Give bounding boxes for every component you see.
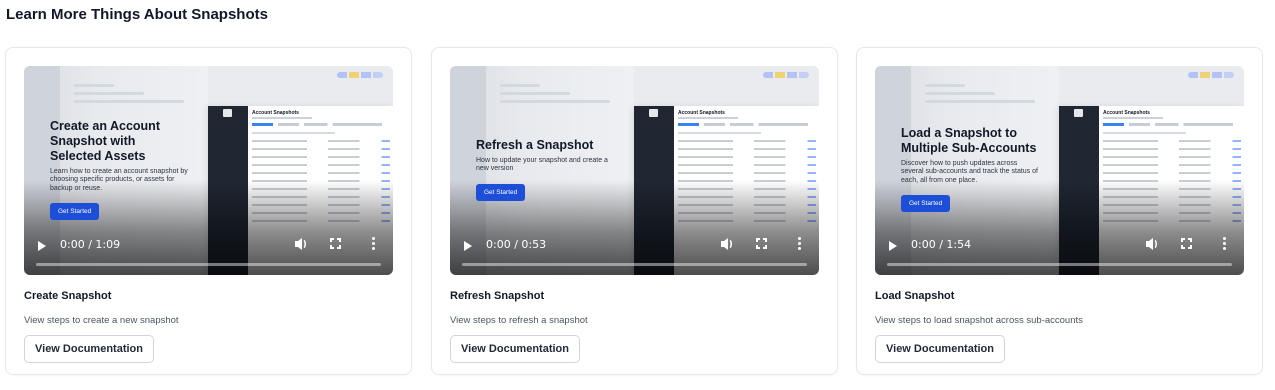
video-backdrop-dots [763, 72, 809, 78]
fullscreen-icon[interactable] [756, 238, 767, 249]
volume-icon[interactable] [1145, 236, 1159, 252]
video-controls: 0:00 / 1:09 [24, 227, 393, 275]
view-documentation-button[interactable]: View Documentation [24, 335, 154, 363]
app-logo-icon [223, 109, 232, 117]
video-overlay-title: Create an Account Snapshot with Selected… [50, 119, 160, 163]
more-options-icon[interactable] [798, 237, 801, 251]
video-controls: 0:00 / 0:53 [450, 227, 819, 275]
app-logo-icon [1074, 109, 1083, 117]
video-backdrop-lines [500, 84, 620, 124]
video-overlay-description: How to update your snapshot and create a… [476, 157, 608, 173]
fullscreen-icon[interactable] [330, 238, 341, 249]
get-started-button[interactable]: Get Started [476, 183, 526, 201]
card-description: View steps to create a new snapshot [24, 315, 179, 326]
card-title: Load Snapshot [875, 290, 955, 302]
app-heading: Account Snapshots [678, 110, 725, 116]
video-backdrop-lines [925, 84, 1045, 124]
card-description: View steps to refresh a snapshot [450, 315, 588, 326]
volume-icon[interactable] [294, 236, 308, 252]
section-title: Learn More Things About Snapshots [6, 6, 268, 23]
snapshot-card: Account Snapshots Create an Account Snap… [5, 47, 412, 375]
video-overlay-description: Discover how to push updates across seve… [901, 160, 1038, 184]
video-overlay: Refresh a Snapshot How to update your sn… [476, 138, 616, 201]
play-icon[interactable] [889, 241, 897, 251]
snapshot-card: Account Snapshots Load a Snapshot to Mul… [856, 47, 1263, 375]
snapshot-cards: Account Snapshots Create an Account Snap… [5, 47, 1263, 375]
play-icon[interactable] [464, 241, 472, 251]
view-documentation-button[interactable]: View Documentation [450, 335, 580, 363]
snapshot-card: Account Snapshots Refresh a Snapshot How… [431, 47, 838, 375]
view-documentation-button[interactable]: View Documentation [875, 335, 1005, 363]
more-options-icon[interactable] [372, 237, 375, 251]
video-time: 0:00 / 1:09 [60, 238, 121, 251]
video-controls: 0:00 / 1:54 [875, 227, 1244, 275]
card-title: Refresh Snapshot [450, 290, 545, 302]
card-title: Create Snapshot [24, 290, 112, 302]
video-progress-bar[interactable] [887, 263, 1232, 266]
video-time: 0:00 / 0:53 [486, 238, 547, 251]
video-player[interactable]: Account Snapshots Load a Snapshot to Mul… [875, 66, 1244, 275]
video-time: 0:00 / 1:54 [911, 238, 972, 251]
video-overlay-title: Refresh a Snapshot [476, 138, 594, 152]
video-player[interactable]: Account Snapshots Create an Account Snap… [24, 66, 393, 275]
app-heading: Account Snapshots [1103, 110, 1150, 116]
video-progress-bar[interactable] [462, 263, 807, 266]
video-backdrop-dots [1188, 72, 1234, 78]
video-overlay-title: Load a Snapshot to Multiple Sub-Accounts [901, 126, 1037, 155]
video-progress-bar[interactable] [36, 263, 381, 266]
app-logo-icon [649, 109, 658, 117]
get-started-button[interactable]: Get Started [901, 195, 951, 213]
play-icon[interactable] [38, 241, 46, 251]
video-player[interactable]: Account Snapshots Refresh a Snapshot How… [450, 66, 819, 275]
video-overlay-description: Learn how to create an account snapshot … [50, 168, 188, 192]
video-backdrop-lines [74, 84, 194, 124]
volume-icon[interactable] [720, 236, 734, 252]
video-overlay: Load a Snapshot to Multiple Sub-Accounts… [901, 126, 1041, 213]
video-overlay: Create an Account Snapshot with Selected… [50, 119, 190, 221]
get-started-button[interactable]: Get Started [50, 203, 100, 221]
fullscreen-icon[interactable] [1181, 238, 1192, 249]
card-description: View steps to load snapshot across sub-a… [875, 315, 1083, 326]
more-options-icon[interactable] [1223, 237, 1226, 251]
app-heading: Account Snapshots [252, 110, 299, 116]
video-backdrop-dots [337, 72, 383, 78]
